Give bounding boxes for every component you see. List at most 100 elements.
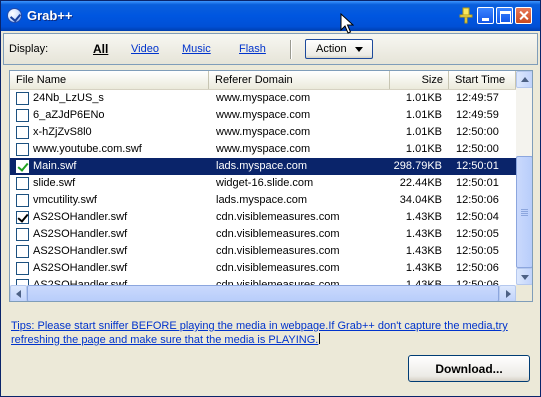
file-name-cell: www.youtube.com.swf (33, 143, 142, 155)
referer-cell: lads.myspace.com (216, 160, 308, 172)
media-list[interactable]: File Name Referer Domain Size Start Time… (9, 70, 533, 302)
referer-cell: www.myspace.com (216, 126, 311, 138)
size-cell: 1.43KB (405, 262, 442, 274)
start-time-cell: 12:50:04 (456, 211, 499, 223)
grab-window: Grab++ Display: All Video Music Flash Ac… (0, 0, 541, 397)
start-time-cell: 12:49:57 (456, 92, 499, 104)
table-row[interactable]: x-hZjZvS8l0 www.myspace.com 1.01KB 12:50:00 (10, 124, 516, 141)
size-cell: 298.79KB (393, 160, 442, 172)
tips-text: Tips: Please start sniffer BEFORE playin… (11, 320, 508, 346)
file-name-cell: 6_aZJdP6ENo (33, 109, 105, 121)
start-time-cell: 12:50:05 (456, 228, 499, 240)
size-cell: 34.04KB (399, 194, 442, 206)
file-name-cell: AS2SOHandler.swf (33, 211, 128, 223)
start-time-cell: 12:49:59 (456, 109, 499, 121)
action-dropdown-button[interactable]: Action (305, 39, 373, 59)
pin-icon[interactable] (458, 7, 475, 24)
horizontal-scroll-thumb[interactable] (27, 285, 499, 301)
start-time-cell: 12:50:00 (456, 126, 499, 138)
filter-all-link[interactable]: All (93, 42, 108, 56)
text-caret (319, 333, 321, 344)
close-button[interactable] (515, 7, 532, 24)
row-checkbox[interactable] (16, 245, 29, 258)
start-time-cell: 12:50:06 (456, 262, 499, 274)
chevron-down-icon (355, 47, 363, 52)
referer-cell: lads.myspace.com (216, 194, 308, 206)
maximize-button[interactable] (496, 7, 513, 24)
table-row[interactable]: AS2SOHandler.swf cdn.visiblemeasures.com 1… (10, 243, 516, 260)
size-cell: 22.44KB (399, 177, 442, 189)
size-cell: 1.01KB (405, 143, 442, 155)
scroll-left-button[interactable] (10, 285, 27, 301)
scroll-down-button[interactable] (516, 268, 532, 285)
referer-cell: www.myspace.com (216, 92, 311, 104)
download-button[interactable]: Download... (408, 355, 530, 382)
list-header: File Name Referer Domain Size Start Time (10, 71, 516, 90)
referer-cell: www.myspace.com (216, 109, 311, 121)
minimize-button[interactable] (477, 7, 494, 24)
row-checkbox[interactable] (16, 262, 29, 275)
table-row[interactable]: slide.swf widget-16.slide.com 22.44KB 12:50… (10, 175, 516, 192)
file-name-cell: AS2SOHandler.swf (33, 245, 128, 257)
start-time-cell: 12:50:01 (456, 160, 499, 172)
toolbar-separator (290, 40, 292, 59)
action-label: Action (316, 43, 347, 55)
horizontal-scrollbar[interactable] (10, 285, 516, 301)
referer-cell: cdn.visiblemeasures.com (216, 211, 340, 223)
row-checkbox[interactable] (16, 228, 29, 241)
file-name-cell: vmcutility.swf (33, 194, 97, 206)
scroll-right-button[interactable] (499, 285, 516, 301)
row-checkbox[interactable] (16, 143, 29, 156)
file-name-cell: 24Nb_LzUS_s (33, 92, 104, 104)
row-checkbox[interactable] (16, 92, 29, 105)
row-checkbox[interactable] (16, 211, 29, 224)
row-checkbox[interactable] (16, 126, 29, 139)
size-cell: 1.01KB (405, 126, 442, 138)
vertical-scroll-thumb[interactable] (516, 156, 532, 268)
size-cell: 1.43KB (405, 211, 442, 223)
scrollbar-corner (516, 285, 532, 301)
row-checkbox[interactable] (16, 177, 29, 190)
table-row[interactable]: 24Nb_LzUS_s www.myspace.com 1.01KB 12:49:57 (10, 90, 516, 107)
table-row[interactable]: vmcutility.swf lads.myspace.com 34.04KB 12:… (10, 192, 516, 209)
column-header-start-time[interactable]: Start Time (449, 71, 516, 89)
size-cell: 1.43KB (405, 228, 442, 240)
scroll-up-button[interactable] (516, 71, 532, 88)
vertical-scrollbar[interactable] (516, 71, 532, 285)
table-row[interactable]: AS2SOHandler.swf cdn.visiblemeasures.com 1… (10, 226, 516, 243)
start-time-cell: 12:50:01 (456, 177, 499, 189)
start-time-cell: 12:50:06 (456, 194, 499, 206)
file-name-cell: x-hZjZvS8l0 (33, 126, 92, 138)
mouse-cursor-icon (340, 13, 354, 34)
file-name-cell: slide.swf (33, 177, 76, 189)
table-row[interactable]: www.youtube.com.swf www.myspace.com 1.01KB… (10, 141, 516, 158)
file-name-cell: AS2SOHandler.swf (33, 228, 128, 240)
start-time-cell: 12:50:05 (456, 245, 499, 257)
size-cell: 1.43KB (405, 245, 442, 257)
display-label: Display: (9, 43, 49, 55)
row-checkbox[interactable] (16, 194, 29, 207)
table-row[interactable]: AS2SOHandler.swf cdn.visiblemeasures.com 1… (10, 209, 516, 226)
size-cell: 1.01KB (405, 92, 442, 104)
row-checkbox[interactable] (16, 109, 29, 122)
app-icon (7, 8, 22, 23)
column-header-size[interactable]: Size (390, 71, 449, 89)
filter-video-link[interactable]: Video (131, 43, 159, 55)
title-bar[interactable]: Grab++ (1, 1, 540, 31)
referer-cell: widget-16.slide.com (216, 177, 314, 189)
tips-link[interactable]: Tips: Please start sniffer BEFORE playin… (11, 319, 526, 347)
column-header-referer-domain[interactable]: Referer Domain (209, 71, 390, 89)
filter-music-link[interactable]: Music (182, 43, 211, 55)
toolbar: Display: All Video Music Flash Action (3, 33, 538, 65)
referer-cell: cdn.visiblemeasures.com (216, 228, 340, 240)
referer-cell: www.myspace.com (216, 143, 311, 155)
table-row[interactable]: AS2SOHandler.swf cdn.visiblemeasures.com 1… (10, 260, 516, 277)
row-checkbox[interactable] (16, 160, 29, 173)
table-row[interactable]: Main.swf lads.myspace.com 298.79KB 12:50:01 (10, 158, 516, 175)
file-name-cell: AS2SOHandler.swf (33, 262, 128, 274)
table-row[interactable]: 6_aZJdP6ENo www.myspace.com 1.01KB 12:49:59 (10, 107, 516, 124)
column-header-file-name[interactable]: File Name (10, 71, 209, 89)
filter-flash-link[interactable]: Flash (239, 43, 266, 55)
start-time-cell: 12:50:00 (456, 143, 499, 155)
referer-cell: cdn.visiblemeasures.com (216, 245, 340, 257)
